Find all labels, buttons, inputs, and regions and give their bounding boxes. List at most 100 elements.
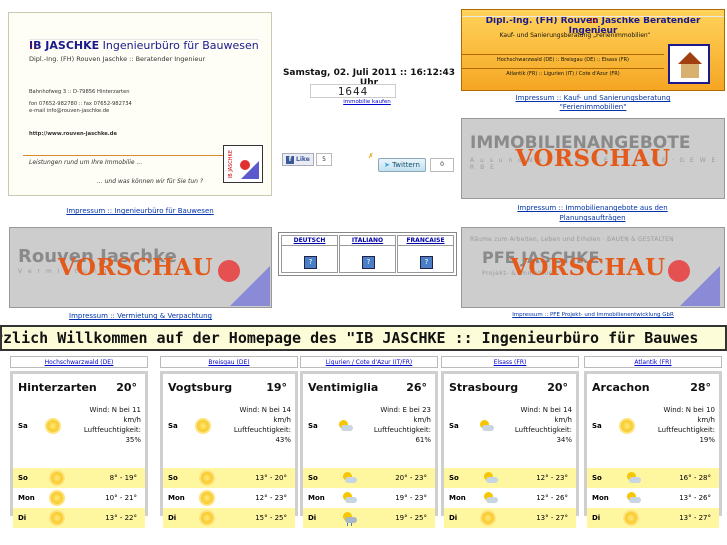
- tile-background-topline: Räume zum Arbeiten, Leben und Erholen · …: [470, 236, 674, 243]
- business-card-image[interactable]: IB JASCHKE :: Ingenieurbüro für Bauwesen…: [8, 12, 272, 196]
- facebook-like-button[interactable]: f Like: [282, 153, 314, 166]
- language-label[interactable]: DEUTSCH: [282, 236, 337, 246]
- sun-icon: [201, 512, 213, 524]
- forecast-range: 13° - 26°: [679, 494, 711, 502]
- banner-impressum-link[interactable]: Impressum :: Kauf- und Sanierungsberatun…: [488, 94, 698, 112]
- weather-today-day: Sa: [308, 422, 318, 430]
- weather-region-link[interactable]: Ligurien / Cote d'Azur (IT/FR): [300, 356, 438, 368]
- forecast-day: Di: [592, 514, 601, 522]
- forecast-day: Di: [449, 514, 458, 522]
- twitter-share-button[interactable]: ➤ Twittern: [378, 158, 426, 172]
- weather-region-link[interactable]: Breisgau (DE): [160, 356, 298, 368]
- forecast-range: 13° - 22°: [105, 514, 137, 522]
- rain-cloud-icon: [341, 512, 357, 526]
- forecast-range: 15° - 25°: [255, 514, 287, 522]
- forecast-day: Di: [168, 514, 177, 522]
- weather-widget: Atlantik (FR) Arcachon 28° Sa Wind: N bei 10…: [584, 356, 722, 528]
- forecast-day: So: [449, 474, 459, 482]
- language-option-deutsch[interactable]: DEUTSCH?: [281, 235, 338, 273]
- forecast-day: So: [592, 474, 602, 482]
- language-option-italiano[interactable]: ITALIANO?: [339, 235, 396, 273]
- partly-cloudy-icon: [341, 472, 357, 484]
- forecast-row: Mon 12° - 26°: [444, 488, 576, 508]
- forecast-row: So 13° - 20°: [163, 468, 295, 488]
- weather-region-link[interactable]: Elsass (FR): [441, 356, 579, 368]
- logo-triangle: [241, 161, 259, 179]
- forecast-day: Di: [18, 514, 27, 522]
- partly-cloudy-icon: [337, 420, 353, 432]
- weather-region-link[interactable]: Atlantik (FR): [584, 356, 722, 368]
- sun-icon: [51, 492, 63, 504]
- flag-icon[interactable]: ?: [304, 256, 317, 269]
- card-subtitle: Dipl.-Ing. (FH) Rouven Jaschke :: Berate…: [29, 55, 206, 63]
- language-label[interactable]: ITALIANO: [340, 236, 395, 246]
- language-selector: DEUTSCH? ITALIANO? FRANCAISE?: [278, 232, 457, 276]
- logo-triangle: [230, 266, 270, 306]
- weather-widget: Hochschwarzwald (DE) Hinterzarten 20° Sa Win…: [10, 356, 148, 528]
- forecast-row: Di 13° - 27°: [444, 508, 576, 528]
- weather-card: Hinterzarten 20° Sa Wind: N bei 11 km/h Luft…: [10, 371, 148, 528]
- card-website: http://www.rouven-jaschke.de: [29, 131, 117, 137]
- weather-wind: Wind: N bei 10 km/h: [663, 406, 715, 424]
- forecast-row: So 16° - 28°: [587, 468, 719, 488]
- weather-humidity: Luftfeuchtigkeit: 43%: [233, 426, 291, 444]
- card-impressum-link[interactable]: Impressum :: Ingenieurbüro für Bauwesen: [8, 207, 272, 215]
- language-option-francaise[interactable]: FRANCAISE?: [397, 235, 454, 273]
- forecast-day: Mon: [308, 494, 325, 502]
- weather-humidity: Luftfeuchtigkeit: 35%: [83, 426, 141, 444]
- sun-icon: [197, 420, 209, 432]
- rental-preview-tile[interactable]: Rouven Jaschke V e r m i e t u n g VORSC…: [9, 227, 272, 308]
- flag-icon[interactable]: ?: [362, 256, 375, 269]
- weather-details: Wind: N bei 14 km/h Luftfeuchtigkeit: 43%: [225, 405, 291, 445]
- weather-humidity: Luftfeuchtigkeit: 19%: [657, 426, 715, 444]
- flag-icon[interactable]: ?: [420, 256, 433, 269]
- partly-cloudy-icon: [341, 492, 357, 504]
- card-tagline-1: Leistungen rund um Ihre Immobilie ...: [29, 159, 143, 166]
- card-brand: IB JASCHKE :: Ingenieurbüro für Bauwesen: [29, 39, 259, 52]
- card-address: Bahnhofweg 3 :: D-79856 Hinterzarten fon…: [29, 89, 132, 115]
- preview-overlay: VORSCHAU: [515, 145, 671, 172]
- weather-city: Arcachon: [592, 381, 650, 394]
- forecast-range: 13° - 20°: [255, 474, 287, 482]
- pfe-preview-tile[interactable]: Räume zum Arbeiten, Leben und Erholen · …: [461, 227, 725, 308]
- forecast-row: Mon 19° - 23°: [303, 488, 435, 508]
- forecast-row: Mon 10° - 21°: [13, 488, 145, 508]
- rental-impressum-link[interactable]: Impressum :: Vermietung & Verpachtung: [9, 312, 272, 320]
- banner-subtitle: Kauf- und Sanierungsberatung „Ferienimmo…: [499, 32, 651, 39]
- weather-city: Hinterzarten: [18, 381, 97, 394]
- forecast-day: So: [18, 474, 28, 482]
- card-email-line: e-mail info@rouven-jaschke.de: [29, 108, 110, 114]
- sun-icon: [201, 492, 213, 504]
- forecast-range: 19° - 25°: [395, 514, 427, 522]
- weather-wind: Wind: N bei 14 km/h: [239, 406, 291, 424]
- immobilien-preview-tile[interactable]: IMMOBILIENANGEBOTE A u s u n d N e u b a…: [461, 118, 725, 199]
- weather-temperature: 20°: [116, 381, 137, 394]
- banner-title-separator: ::: [462, 16, 724, 26]
- house-icon: [668, 44, 710, 84]
- immobilien-impressum-link[interactable]: Impressum :: Immobilienangebote aus den …: [490, 203, 695, 223]
- forecast-range: 12° - 26°: [536, 494, 568, 502]
- banner-regions-1: Hochschwarzwald (DE) :: Breisgau (DE) ::…: [462, 54, 664, 65]
- forecast-row: So 8° - 19°: [13, 468, 145, 488]
- buy-property-link[interactable]: immobilie kaufen: [330, 99, 404, 105]
- weather-city: Strasbourg: [449, 381, 519, 394]
- weather-details: Wind: N bei 10 km/h Luftfeuchtigkeit: 19%: [649, 405, 715, 445]
- sun-icon: [201, 472, 213, 484]
- weather-region-link[interactable]: Hochschwarzwald (DE): [10, 356, 148, 368]
- weather-details: Wind: N bei 14 km/h Luftfeuchtigkeit: 34%: [506, 405, 572, 445]
- weather-city: Vogtsburg: [168, 381, 233, 394]
- forecast-row: So 20° - 23°: [303, 468, 435, 488]
- forecast-range: 16° - 28°: [679, 474, 711, 482]
- forecast-range: 10° - 21°: [105, 494, 137, 502]
- language-label[interactable]: FRANCAISE: [398, 236, 453, 246]
- banner-title-name: Dipl.-Ing. (FH) Rouven Jaschke: [485, 16, 640, 26]
- like-count: 5: [316, 153, 332, 166]
- sun-icon: [47, 420, 59, 432]
- forecast-range: 12° - 23°: [536, 474, 568, 482]
- card-brand-rest: Ingenieurbüro für Bauwesen: [102, 39, 259, 52]
- forecast-row: So 12° - 23°: [444, 468, 576, 488]
- weather-today-day: Sa: [449, 422, 459, 430]
- consulting-banner-image[interactable]: Dipl.-Ing. (FH) Rouven Jaschke :: Berate…: [461, 9, 725, 91]
- weather-widget: Ligurien / Cote d'Azur (IT/FR) Ventimigli…: [300, 356, 438, 528]
- pfe-impressum-link[interactable]: Impressum :: PFE Projekt- und Immobilien…: [461, 312, 725, 318]
